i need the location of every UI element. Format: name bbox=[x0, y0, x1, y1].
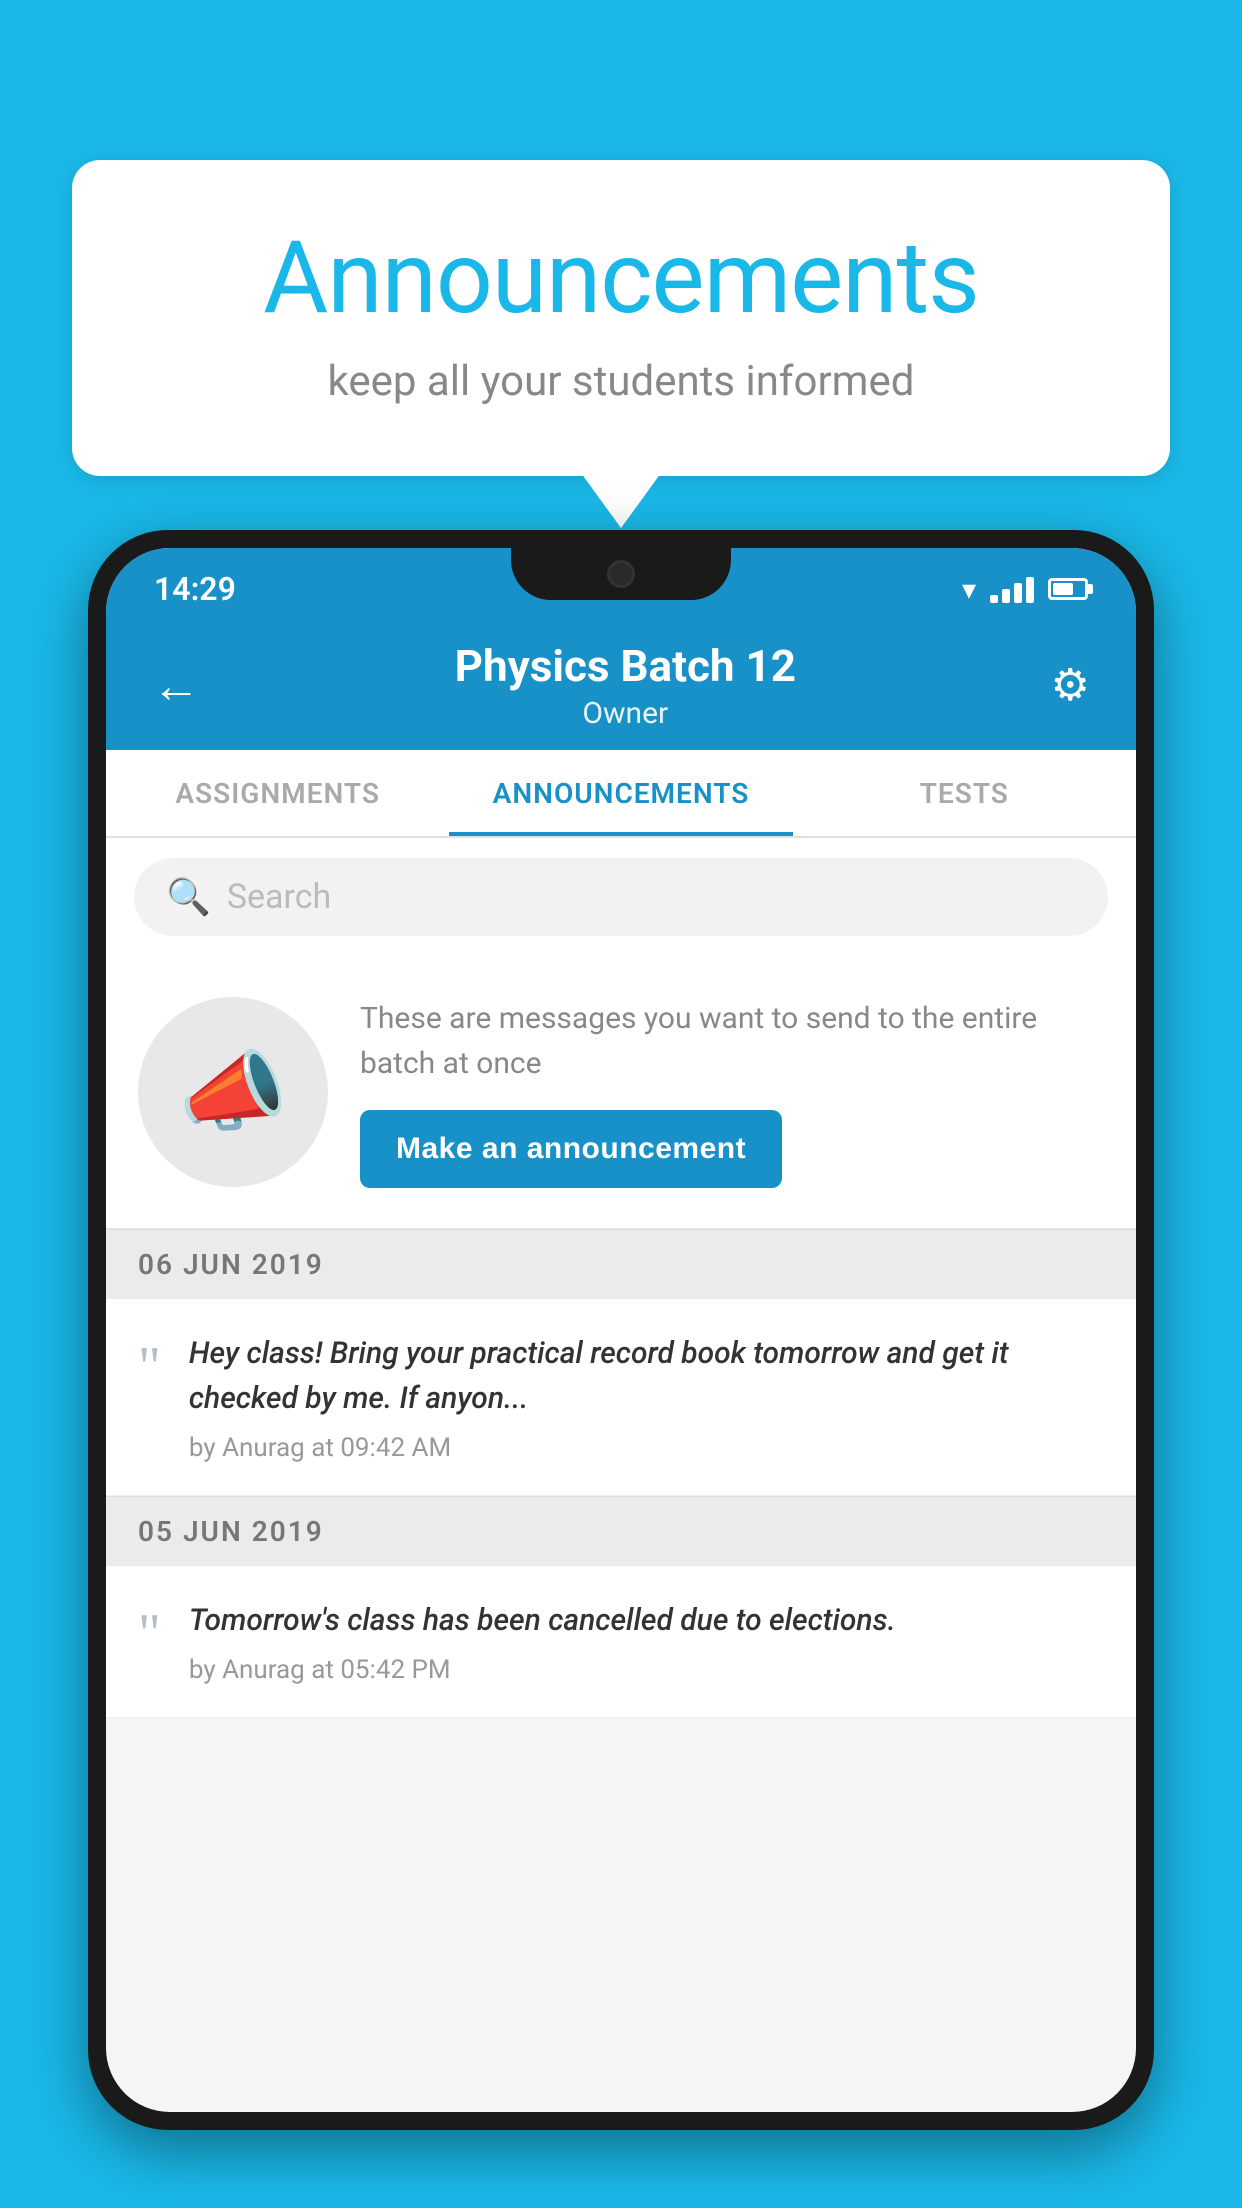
announcement-meta-1: by Anurag at 09:42 AM bbox=[189, 1433, 1104, 1463]
promo-description: These are messages you want to send to t… bbox=[360, 996, 1104, 1086]
phone-notch bbox=[511, 548, 731, 600]
app-header: ← Physics Batch 12 Owner ⚙ bbox=[106, 620, 1136, 750]
announcement-meta-2: by Anurag at 05:42 PM bbox=[189, 1655, 1104, 1685]
search-container: 🔍 Search bbox=[106, 838, 1136, 956]
quote-icon-1: " bbox=[138, 1339, 161, 1395]
megaphone-icon: 📣 bbox=[178, 1041, 288, 1144]
header-center: Physics Batch 12 Owner bbox=[210, 640, 1041, 731]
signal-bars-icon bbox=[990, 575, 1034, 603]
tab-assignments[interactable]: ASSIGNMENTS bbox=[106, 750, 449, 836]
date-header-2: 05 JUN 2019 bbox=[106, 1496, 1136, 1566]
status-icons: ▾ bbox=[962, 573, 1088, 606]
announcement-content-2: Tomorrow's class has been cancelled due … bbox=[189, 1598, 1104, 1685]
announcement-text-1: Hey class! Bring your practical record b… bbox=[189, 1331, 1104, 1421]
search-icon: 🔍 bbox=[166, 876, 211, 918]
search-placeholder-text: Search bbox=[227, 877, 331, 917]
bubble-title: Announcements bbox=[152, 220, 1090, 337]
quote-icon-2: " bbox=[138, 1606, 161, 1662]
speech-bubble-section: Announcements keep all your students inf… bbox=[72, 160, 1170, 476]
bubble-subtitle: keep all your students informed bbox=[152, 357, 1090, 406]
tab-bar: ASSIGNMENTS ANNOUNCEMENTS TESTS bbox=[106, 750, 1136, 838]
megaphone-circle: 📣 bbox=[138, 997, 328, 1187]
back-button[interactable]: ← bbox=[142, 647, 210, 724]
phone-mockup: 14:29 ▾ ← Phys bbox=[88, 530, 1154, 2208]
announcement-content-1: Hey class! Bring your practical record b… bbox=[189, 1331, 1104, 1463]
date-header-1: 06 JUN 2019 bbox=[106, 1229, 1136, 1299]
battery-icon bbox=[1048, 578, 1088, 600]
phone-outer-shell: 14:29 ▾ ← Phys bbox=[88, 530, 1154, 2130]
header-title: Physics Batch 12 bbox=[210, 640, 1041, 692]
wifi-icon: ▾ bbox=[962, 573, 976, 606]
speech-bubble-card: Announcements keep all your students inf… bbox=[72, 160, 1170, 476]
promo-block: 📣 These are messages you want to send to… bbox=[106, 956, 1136, 1229]
phone-camera bbox=[607, 560, 635, 588]
announcement-item-2[interactable]: " Tomorrow's class has been cancelled du… bbox=[106, 1566, 1136, 1718]
tab-tests[interactable]: TESTS bbox=[793, 750, 1136, 836]
settings-gear-icon[interactable]: ⚙ bbox=[1041, 649, 1100, 721]
phone-screen: 14:29 ▾ ← Phys bbox=[106, 548, 1136, 2112]
tab-announcements[interactable]: ANNOUNCEMENTS bbox=[449, 750, 792, 836]
make-announcement-button[interactable]: Make an announcement bbox=[360, 1110, 782, 1188]
promo-content: These are messages you want to send to t… bbox=[360, 996, 1104, 1188]
search-bar[interactable]: 🔍 Search bbox=[134, 858, 1108, 936]
announcement-text-2: Tomorrow's class has been cancelled due … bbox=[189, 1598, 1104, 1643]
header-subtitle: Owner bbox=[210, 696, 1041, 731]
announcement-item-1[interactable]: " Hey class! Bring your practical record… bbox=[106, 1299, 1136, 1496]
status-time: 14:29 bbox=[154, 570, 236, 608]
